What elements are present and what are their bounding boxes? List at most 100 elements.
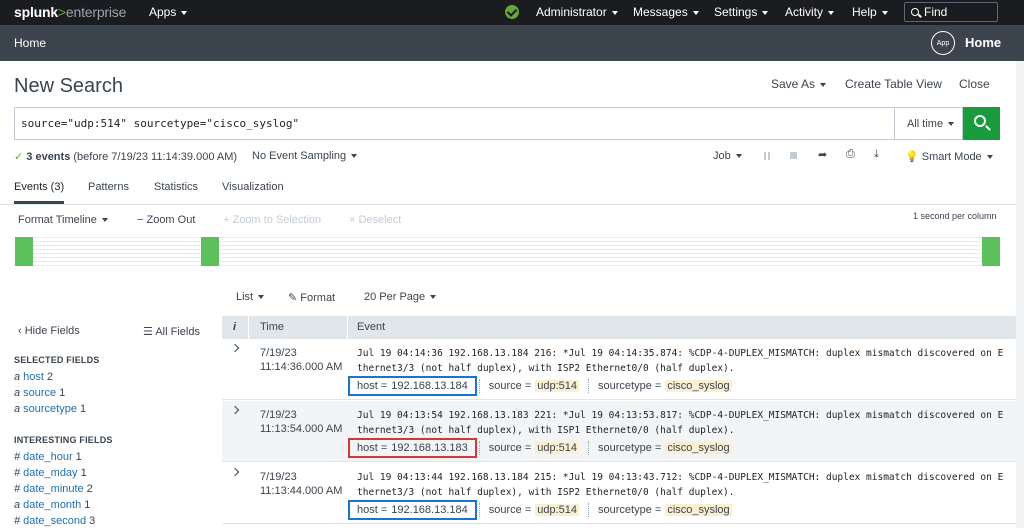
chevron-down-icon <box>258 295 265 300</box>
sourcetype-field[interactable]: sourcetype = cisco_syslog <box>591 500 739 520</box>
settings-menu[interactable]: Settings <box>714 5 769 19</box>
source-field[interactable]: source = udp:514 <box>482 438 586 458</box>
timeline-bar[interactable] <box>15 237 33 266</box>
list-label: List <box>236 291 254 303</box>
sourcetype-field[interactable]: sourcetype = cisco_syslog <box>591 438 739 458</box>
expand-icon[interactable] <box>230 467 240 477</box>
sourcetype-key: sourcetype = <box>598 504 662 516</box>
event-count: 3 events <box>26 151 71 163</box>
app-title[interactable]: Home <box>965 35 1001 50</box>
all-fields-button[interactable]: ☰ All Fields <box>143 325 200 338</box>
field-name: date_hour <box>23 451 73 463</box>
search-button[interactable] <box>963 107 1000 140</box>
sourcetype-key: sourcetype = <box>598 442 662 454</box>
field-date-hour[interactable]: # date_hour 1 <box>14 451 82 463</box>
field-date-minute[interactable]: # date_minute 2 <box>14 483 93 495</box>
time-column-header[interactable]: Time <box>260 321 284 333</box>
timeline-chart[interactable] <box>14 237 1000 266</box>
create-table-view-button[interactable]: Create Table View <box>845 77 942 91</box>
per-page-menu[interactable]: 20 Per Page <box>364 291 437 303</box>
hide-fields-button[interactable]: ‹ Hide Fields <box>18 325 80 337</box>
source-field[interactable]: source = udp:514 <box>482 500 586 520</box>
job-menu[interactable]: Job <box>713 150 742 162</box>
field-type: # <box>14 483 21 495</box>
save-as-button[interactable]: Save As <box>771 77 827 91</box>
event-sampling-menu[interactable]: No Event Sampling <box>252 150 358 162</box>
find-input[interactable] <box>924 5 994 19</box>
event-date: 7/19/23 <box>260 471 297 483</box>
field-date-month[interactable]: a date_month 1 <box>14 499 90 511</box>
time-range-picker[interactable]: All time <box>894 107 963 140</box>
timeline-bar[interactable] <box>201 237 219 266</box>
host-field[interactable]: host = 192.168.13.183 <box>348 438 477 458</box>
user-label: Administrator <box>536 5 607 19</box>
timeline-bar[interactable] <box>982 237 1000 266</box>
messages-menu[interactable]: Messages <box>633 5 699 19</box>
field-host[interactable]: a host 2 <box>14 371 53 383</box>
deselect-button[interactable]: × Deselect <box>349 214 401 226</box>
health-ok-icon[interactable] <box>505 5 519 19</box>
zoom-out-button[interactable]: − Zoom Out <box>137 214 195 226</box>
sourcetype-field[interactable]: sourcetype = cisco_syslog <box>591 376 739 396</box>
zoom-to-selection-button[interactable]: + Zoom to Selection <box>223 214 321 226</box>
field-type: # <box>14 451 21 463</box>
source-field[interactable]: source = udp:514 <box>482 376 586 396</box>
divider <box>588 441 590 455</box>
print-icon[interactable]: ⎙ <box>846 148 856 160</box>
app-bar: Home App Home <box>0 25 1024 61</box>
export-icon[interactable]: ⤓ <box>874 148 884 160</box>
apps-menu[interactable]: Apps <box>149 5 188 19</box>
home-link[interactable]: Home <box>14 36 46 50</box>
field-count: 1 <box>79 403 87 415</box>
find-box <box>904 2 998 22</box>
close-button[interactable]: Close <box>959 77 990 91</box>
chevron-left-icon: ‹ <box>18 325 22 337</box>
top-nav-bar: splunk>enterprise Apps Administrator Mes… <box>0 0 1024 25</box>
event-clock: 11:14:36.000 AM <box>260 361 343 373</box>
time-range-label: All time <box>907 118 944 130</box>
chevron-down-icon <box>948 122 955 127</box>
logo-brand: splunk <box>14 4 58 20</box>
tab-statistics[interactable]: Statistics <box>154 181 198 201</box>
search-input[interactable]: source="udp:514" sourcetype="cisco_syslo… <box>14 107 894 140</box>
event-time[interactable]: 7/19/23 11:13:54.000 AM <box>260 408 342 436</box>
user-menu[interactable]: Administrator <box>536 5 618 19</box>
format-timeline-menu[interactable]: Format Timeline <box>18 214 108 226</box>
page-scrollbar[interactable] <box>1016 61 1024 528</box>
field-source[interactable]: a source 1 <box>14 387 65 399</box>
list-view-menu[interactable]: List <box>236 291 265 303</box>
tab-visualization[interactable]: Visualization <box>222 181 284 201</box>
share-icon[interactable]: ➦ <box>818 148 828 161</box>
expand-icon[interactable] <box>230 405 240 415</box>
all-fields-label: All Fields <box>155 326 200 338</box>
stop-icon[interactable] <box>789 151 799 161</box>
event-time[interactable]: 7/19/23 11:13:44.000 AM <box>260 470 342 498</box>
help-menu[interactable]: Help <box>852 5 888 19</box>
format-button[interactable]: ✎ Format <box>288 291 335 304</box>
sourcetype-value: cisco_syslog <box>665 380 732 392</box>
field-date-mday[interactable]: # date_mday 1 <box>14 467 87 479</box>
pause-icon[interactable] <box>762 151 772 161</box>
expand-icon[interactable] <box>230 343 240 353</box>
source-value: udp:514 <box>535 442 580 454</box>
event-date: 7/19/23 <box>260 347 297 359</box>
field-name: date_minute <box>23 483 84 495</box>
tab-events[interactable]: Events (3) <box>14 181 65 204</box>
event-time[interactable]: 7/19/23 11:14:36.000 AM <box>260 346 342 374</box>
source-key: source = <box>488 442 532 454</box>
save-as-label: Save As <box>771 77 816 91</box>
search-mode-menu[interactable]: 💡 Smart Mode <box>905 150 993 163</box>
fields-sidebar: ‹ Hide Fields ☰ All Fields SELECTED FIEL… <box>0 318 220 528</box>
tab-patterns[interactable]: Patterns <box>88 181 129 201</box>
app-icon[interactable]: App <box>931 31 955 55</box>
field-date-second[interactable]: # date_second 3 <box>14 515 95 527</box>
field-count: 3 <box>89 515 96 527</box>
field-sourcetype[interactable]: a sourcetype 1 <box>14 403 86 415</box>
host-field[interactable]: host = 192.168.13.184 <box>348 500 477 520</box>
chevron-down-icon <box>430 295 437 300</box>
activity-menu[interactable]: Activity <box>785 5 835 19</box>
splunk-logo[interactable]: splunk>enterprise <box>14 4 126 20</box>
chevron-down-icon <box>735 154 742 159</box>
logo-product: enterprise <box>65 4 127 20</box>
host-field[interactable]: host = 192.168.13.184 <box>348 376 477 396</box>
